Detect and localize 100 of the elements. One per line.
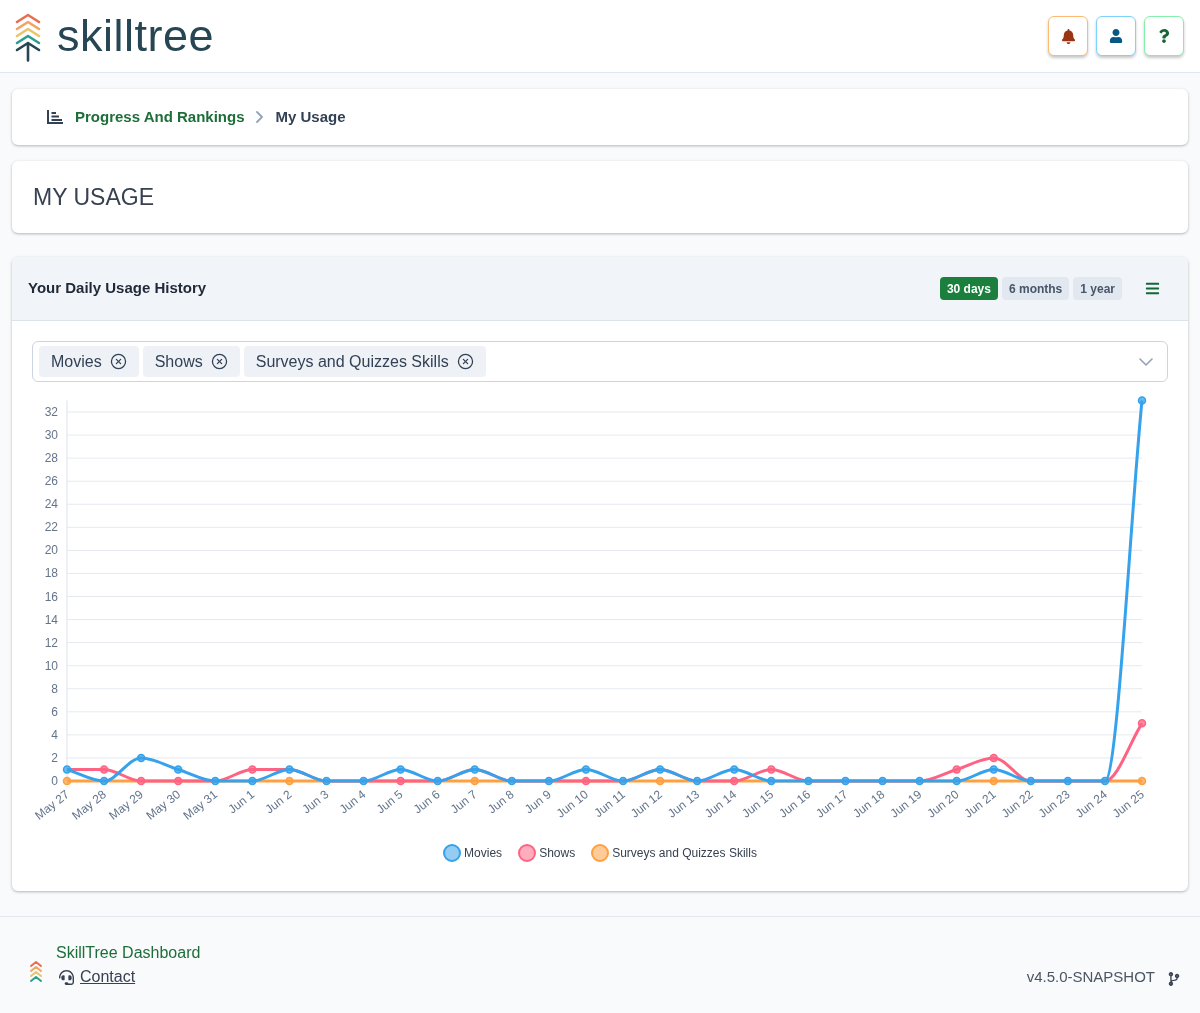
y-axis-label: 8	[51, 681, 58, 696]
card-title: Your Daily Usage History	[28, 278, 207, 299]
page-title: MY USAGE	[33, 182, 154, 212]
data-point	[285, 765, 294, 774]
data-point	[544, 776, 554, 786]
breadcrumb-current: My Usage	[275, 106, 346, 127]
y-axis-label: 24	[44, 497, 58, 512]
data-point	[767, 776, 776, 786]
code-branch-icon	[1167, 972, 1181, 986]
y-axis-label: 4	[51, 727, 58, 742]
y-axis-label: 28	[44, 451, 58, 466]
range-button[interactable]: 1 year	[1073, 277, 1122, 300]
data-point	[730, 765, 739, 774]
data-point	[730, 776, 739, 786]
y-axis-label: 2	[51, 750, 58, 765]
x-axis-label: Jun 18	[850, 787, 888, 821]
data-point	[618, 776, 628, 786]
data-point	[62, 765, 72, 774]
data-point	[470, 776, 479, 786]
user-icon	[1109, 29, 1123, 43]
y-axis-label: 30	[44, 428, 58, 443]
x-axis-label: May 29	[106, 787, 146, 823]
contact-link[interactable]: Contact	[80, 967, 136, 987]
data-point	[470, 765, 479, 774]
question-mark-icon	[1157, 29, 1171, 43]
data-point	[1100, 776, 1110, 786]
x-axis-label: May 27	[32, 787, 72, 823]
data-point	[581, 765, 591, 774]
range-button[interactable]: 6 months	[1001, 277, 1070, 300]
y-axis-label: 26	[44, 474, 58, 489]
data-point	[507, 776, 517, 786]
data-point	[1137, 776, 1147, 786]
data-point	[396, 776, 405, 786]
y-axis-label: 6	[51, 704, 58, 719]
data-point	[767, 765, 776, 774]
legend-label: Movies	[464, 845, 503, 862]
x-axis-label: Jun 14	[702, 787, 740, 821]
y-axis-label: 12	[44, 635, 58, 650]
legend-label: Surveys and Quizzes Skills	[612, 845, 757, 862]
version-label: v4.5.0-SNAPSHOT	[1026, 967, 1155, 987]
x-axis-label: Jun 25	[1109, 787, 1147, 821]
x-axis-label: Jun 8	[484, 787, 517, 817]
data-point	[433, 776, 442, 786]
data-point	[396, 765, 405, 774]
skill-tag[interactable]: Movies	[39, 346, 139, 377]
skill-tag[interactable]: Surveys and Quizzes Skills	[243, 346, 486, 377]
data-point	[1063, 776, 1073, 786]
data-point	[655, 776, 665, 786]
close-circle-icon	[456, 353, 474, 370]
x-axis-label: Jun 10	[553, 787, 591, 821]
data-point	[211, 776, 220, 786]
brand-name: skilltree	[57, 13, 215, 62]
skill-filter-field[interactable]: Movies Shows Surveys and Quizzes Skills	[32, 341, 1168, 382]
help-button[interactable]	[1144, 16, 1184, 56]
x-axis-label: Jun 11	[591, 787, 628, 820]
data-point	[989, 776, 998, 786]
close-circle-icon	[210, 353, 228, 370]
data-point	[99, 765, 109, 774]
data-point	[248, 765, 257, 774]
breadcrumb-link[interactable]: Progress And Rankings	[75, 105, 245, 129]
data-point	[655, 765, 665, 774]
chevron-right-icon	[256, 111, 264, 123]
x-axis-label: Jun 2	[262, 787, 295, 817]
legend-label: Shows	[539, 845, 576, 862]
data-point	[173, 776, 183, 786]
legend-marker-icon	[518, 844, 537, 862]
data-point	[136, 776, 146, 786]
data-point	[989, 765, 998, 774]
x-axis-label: Jun 22	[998, 787, 1036, 821]
x-axis-label: Jun 6	[410, 787, 443, 817]
data-point	[952, 776, 961, 786]
x-axis-label: Jun 19	[887, 787, 925, 821]
x-axis-label: Jun 24	[1072, 787, 1110, 821]
menu-icon	[1144, 281, 1160, 296]
data-point	[1137, 719, 1147, 728]
x-axis-label: Jun 20	[924, 787, 962, 821]
y-axis-label: 22	[44, 520, 58, 535]
bar-chart-icon	[47, 110, 63, 124]
data-point	[692, 776, 702, 786]
x-axis-label: Jun 23	[1035, 787, 1073, 821]
footer-title: SkillTree Dashboard	[56, 943, 201, 963]
skill-tag[interactable]: Shows	[142, 346, 240, 377]
y-axis-label: 0	[51, 774, 58, 788]
data-point	[173, 765, 183, 774]
x-axis-label: Jun 21	[961, 787, 999, 821]
x-axis-label: Jun 17	[813, 787, 851, 821]
y-axis-label: 10	[44, 658, 58, 673]
data-point	[804, 776, 813, 786]
data-point	[581, 776, 591, 786]
x-axis-label: Jun 9	[522, 787, 554, 817]
close-circle-icon	[109, 353, 127, 370]
data-point	[136, 753, 146, 763]
data-point	[99, 776, 109, 786]
y-axis-label: 32	[44, 405, 58, 420]
y-axis-label: 14	[44, 612, 58, 627]
legend-marker-icon	[591, 844, 610, 862]
notifications-button[interactable]	[1048, 16, 1088, 56]
profile-button[interactable]	[1096, 16, 1136, 56]
range-button[interactable]: 30 days	[939, 277, 998, 300]
arrow-logo-icon	[15, 13, 41, 62]
